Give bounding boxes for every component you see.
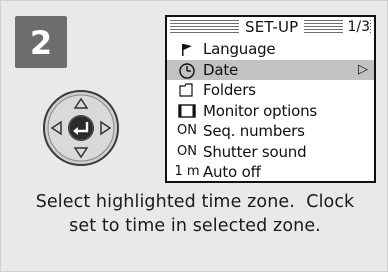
menu-item-label: Date <box>203 60 239 79</box>
folder-icon <box>173 80 201 101</box>
auto-off-status: 1 m <box>174 164 200 179</box>
menu-item-label: Folders <box>203 81 256 99</box>
setup-menu: Language Date ▷ Folders Monitor options … <box>167 39 374 181</box>
submenu-arrow-icon: ▷ <box>358 61 368 77</box>
multi-selector-icon <box>43 90 119 166</box>
menu-item-date[interactable]: Date ▷ <box>167 59 374 81</box>
menu-item-label: Monitor options <box>203 101 318 120</box>
clock-icon <box>173 60 201 81</box>
menu-item-label: Seq. numbers <box>203 122 305 140</box>
menu-item-language[interactable]: Language <box>167 39 374 60</box>
menu-header: SET-UP 1/3 <box>167 17 374 37</box>
menu-title: SET-UP <box>239 17 305 37</box>
multi-selector[interactable] <box>42 89 120 171</box>
camera-monitor: SET-UP 1/3 Language Date ▷ Folders Monit… <box>165 15 376 183</box>
menu-item-label: Auto off <box>203 163 261 181</box>
menu-item-seq-numbers[interactable]: ON Seq. numbers <box>167 121 374 142</box>
menu-item-label: Language <box>203 40 276 58</box>
menu-item-folders[interactable]: Folders <box>167 80 374 101</box>
menu-item-shutter-sound[interactable]: ON Shutter sound <box>167 142 374 163</box>
monitor-icon <box>173 101 201 122</box>
shutter-sound-status: ON <box>177 143 197 159</box>
seq-numbers-status: ON <box>177 123 197 138</box>
caption-line-2: set to time in selected zone. <box>69 216 321 236</box>
step-number-badge: 2 <box>15 16 67 68</box>
menu-item-label: Shutter sound <box>203 142 307 161</box>
page-indicator: 1/3 <box>343 17 370 37</box>
caption-line-1: Select highlighted time zone. Clock <box>35 192 355 212</box>
menu-item-auto-off[interactable]: 1 m Auto off <box>167 162 374 181</box>
flag-icon <box>173 39 201 60</box>
menu-item-monitor-options[interactable]: Monitor options <box>167 101 374 122</box>
instruction-caption: Select highlighted time zone. Clock set … <box>1 190 388 238</box>
instruction-panel: 2 SET-UP 1/3 Language Date ▷ Folders Mon… <box>0 0 388 272</box>
